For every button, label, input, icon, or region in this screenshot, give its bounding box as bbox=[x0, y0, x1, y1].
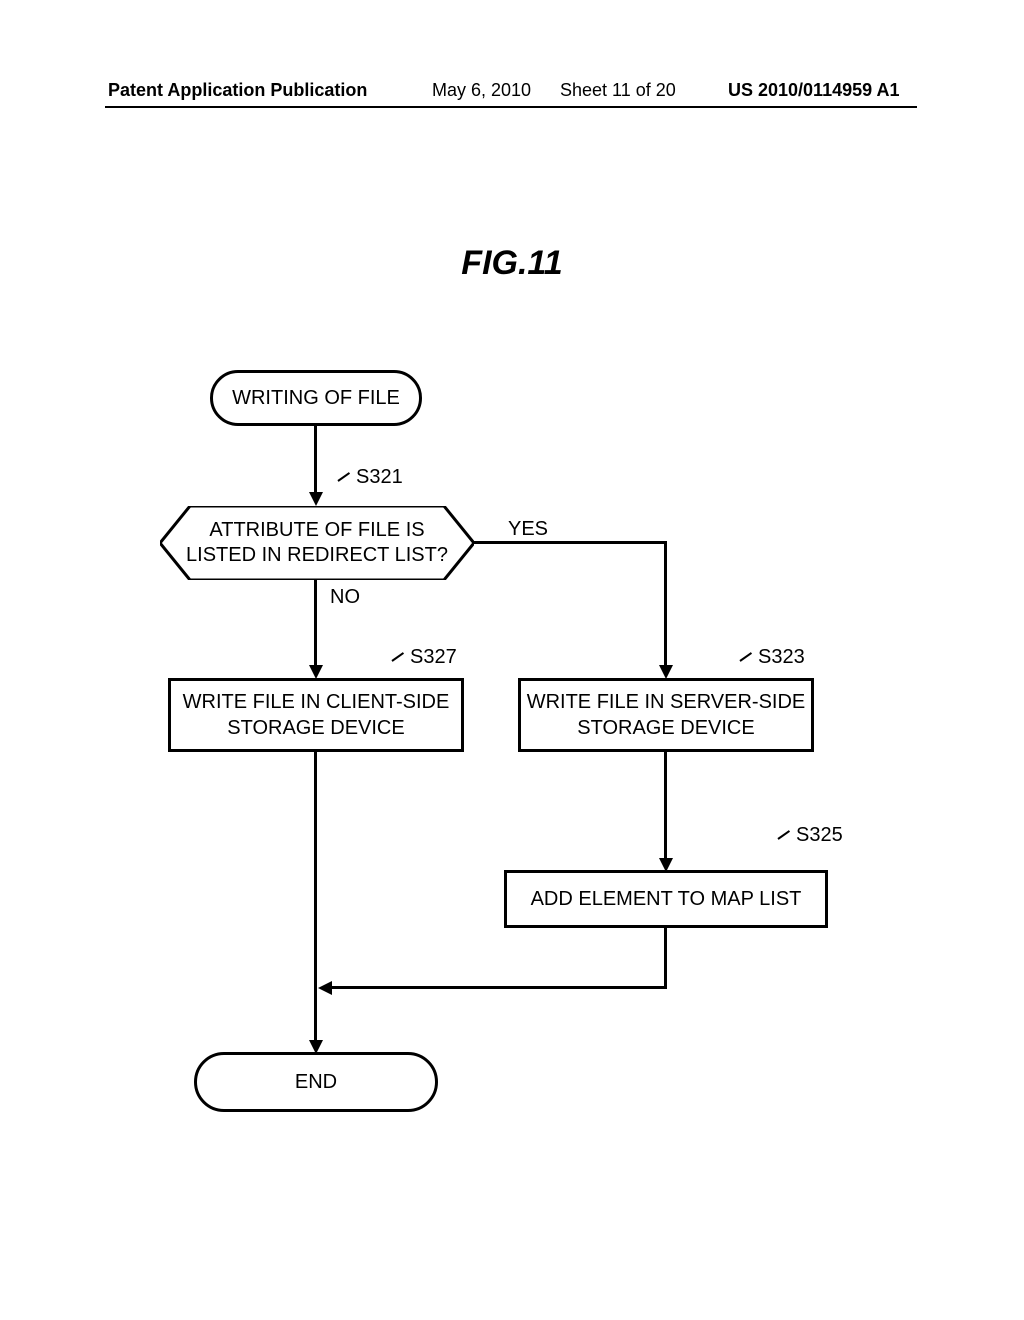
arrowhead-merge bbox=[318, 981, 332, 995]
page-header: Patent Application Publication May 6, 20… bbox=[0, 78, 1024, 106]
step-marker-s321 bbox=[338, 480, 356, 490]
edge-label-no: NO bbox=[330, 586, 360, 609]
header-rule bbox=[105, 106, 917, 108]
edge-yes-v bbox=[664, 541, 667, 667]
end-terminator: END bbox=[194, 1052, 438, 1112]
step-marker-s325 bbox=[778, 838, 796, 848]
step-label-s323: S323 bbox=[758, 646, 805, 669]
process-server-write: WRITE FILE IN SERVER-SIDE STORAGE DEVICE bbox=[518, 678, 814, 752]
publication-number: US 2010/0114959 A1 bbox=[728, 80, 899, 101]
edge-no-v bbox=[314, 580, 317, 667]
decision-text: ATTRIBUTE OF FILE IS LISTED IN REDIRECT … bbox=[160, 518, 474, 568]
edge-start-decision bbox=[314, 426, 317, 494]
step-marker-s323 bbox=[740, 660, 758, 670]
edge-s325-merge-v bbox=[664, 928, 667, 988]
step-label-s327: S327 bbox=[410, 646, 457, 669]
process-map-list: ADD ELEMENT TO MAP LIST bbox=[504, 870, 828, 928]
process-server-write-text: WRITE FILE IN SERVER-SIDE STORAGE DEVICE bbox=[527, 689, 806, 741]
arrowhead-start-decision bbox=[309, 492, 323, 506]
process-client-write-text: WRITE FILE IN CLIENT-SIDE STORAGE DEVICE bbox=[183, 689, 450, 741]
publication-date: May 6, 2010 bbox=[432, 80, 531, 101]
edge-s325-merge-h bbox=[330, 986, 667, 989]
process-client-write: WRITE FILE IN CLIENT-SIDE STORAGE DEVICE bbox=[168, 678, 464, 752]
step-label-s321: S321 bbox=[356, 466, 403, 489]
start-terminator: WRITING OF FILE bbox=[210, 370, 422, 426]
end-label: END bbox=[295, 1071, 337, 1094]
edge-yes-h bbox=[474, 541, 667, 544]
step-marker-s327 bbox=[392, 660, 410, 670]
step-label-s325: S325 bbox=[796, 824, 843, 847]
arrowhead-yes-s323 bbox=[659, 665, 673, 679]
decision-text-line: ATTRIBUTE OF FILE IS LISTED IN REDIRECT … bbox=[160, 518, 474, 568]
arrowhead-no-s327 bbox=[309, 665, 323, 679]
edge-s323-s325 bbox=[664, 752, 667, 860]
figure-title: FIG.11 bbox=[0, 244, 1024, 283]
decision-attribute: ATTRIBUTE OF FILE IS LISTED IN REDIRECT … bbox=[160, 506, 474, 580]
process-map-list-text: ADD ELEMENT TO MAP LIST bbox=[531, 886, 802, 912]
start-label: WRITING OF FILE bbox=[232, 387, 400, 410]
edge-label-yes: YES bbox=[508, 518, 548, 541]
sheet-number: Sheet 11 of 20 bbox=[560, 80, 676, 101]
edge-s327-end bbox=[314, 752, 317, 1042]
publication-label: Patent Application Publication bbox=[108, 80, 367, 101]
